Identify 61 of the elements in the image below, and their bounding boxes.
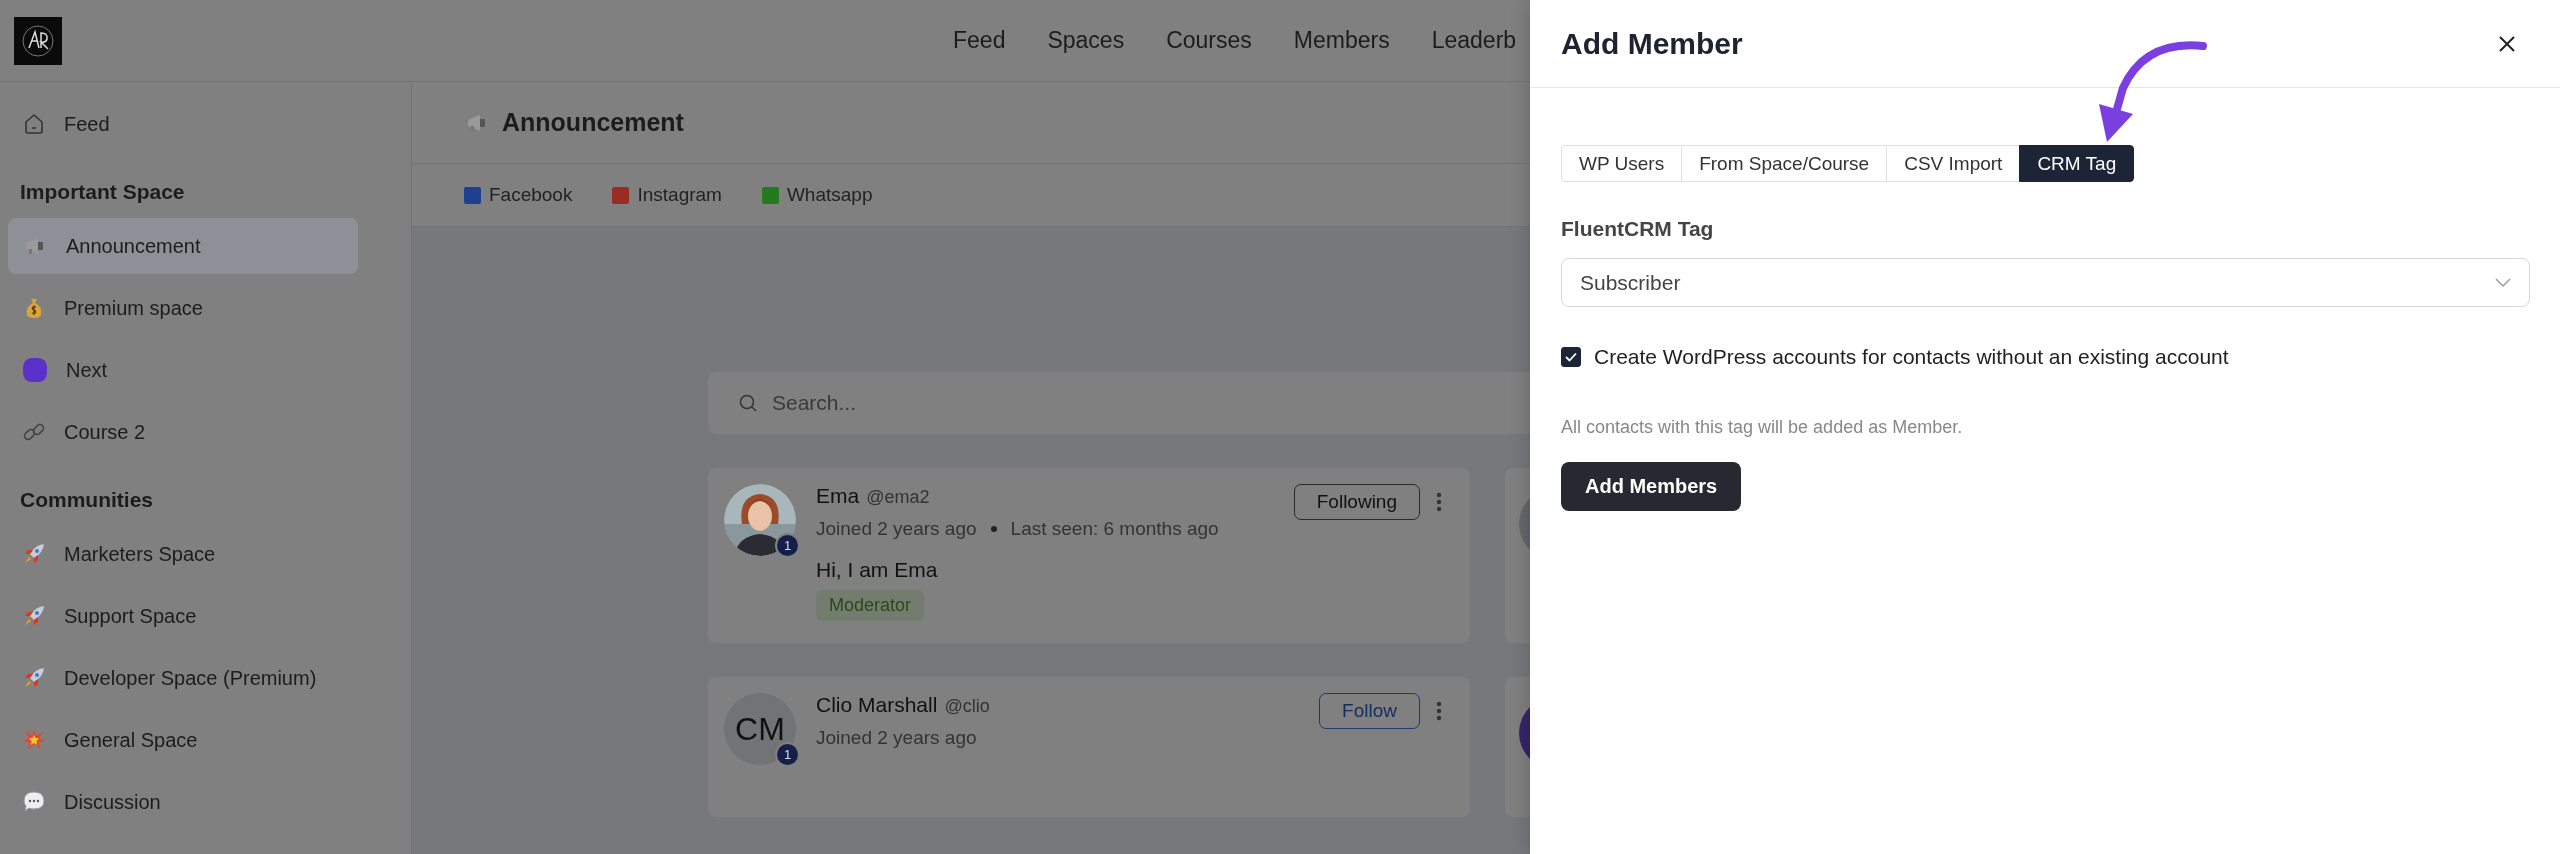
member-name[interactable]: Ema (816, 484, 860, 508)
checkbox-label[interactable]: Create WordPress accounts for contacts without an existing account (1594, 345, 2229, 369)
level-badge: 1 (775, 533, 800, 558)
sidebar-item[interactable]: General Space (8, 712, 358, 768)
nav-link[interactable]: Spaces (1047, 27, 1125, 54)
search-icon (738, 393, 758, 413)
close-icon[interactable] (2497, 33, 2517, 54)
follow-button[interactable]: Follow (1319, 693, 1420, 729)
help-text: All contacts with this tag will be added as Member. (1561, 417, 1964, 438)
nav-link[interactable]: Members (1293, 27, 1390, 54)
sidebar-item[interactable]: Support Space (8, 588, 358, 644)
home-icon (22, 112, 46, 136)
rocket-icon (22, 604, 46, 628)
sidebar-item[interactable]: Feed (8, 96, 358, 152)
tab[interactable]: From Space/Course (1681, 145, 1888, 182)
nav-link[interactable]: Feed (953, 27, 1006, 54)
speech-bubble-icon (22, 790, 46, 814)
nav-link[interactable]: Courses (1166, 27, 1252, 54)
tab[interactable]: CSV Import (1886, 145, 2021, 182)
sidebar-item[interactable]: Announcement (8, 218, 358, 274)
last-seen-text: Last seen: 6 months ago (1010, 518, 1219, 540)
sidebar-item[interactable]: Discussion (8, 774, 358, 830)
sidebar-item[interactable]: Marketers Space (8, 526, 358, 582)
separator-dot-icon (990, 526, 997, 532)
search-field[interactable]: Search... (708, 372, 1530, 434)
sidebar-item[interactable]: Premium space (8, 280, 358, 336)
member-bio: Hi, I am Ema (816, 558, 938, 582)
space-color-icon (22, 357, 48, 383)
space-title: Announcement (502, 108, 684, 137)
member-handle: @ema2 (866, 487, 930, 508)
space-link[interactable]: Whatsapp (786, 184, 873, 206)
member-handle: @clio (944, 696, 990, 717)
nav-link[interactable]: Leaderb (1431, 27, 1517, 54)
drawer-title: Add Member (1561, 26, 1743, 61)
space-link[interactable]: Facebook (489, 184, 573, 206)
sidebar-item[interactable]: Next (8, 342, 358, 398)
checkbox[interactable] (1561, 347, 1581, 367)
logo-icon[interactable] (14, 16, 62, 65)
joined-text: Joined 2 years ago (816, 518, 977, 540)
joined-text: Joined 2 years ago (816, 727, 977, 749)
space-link[interactable]: Instagram (637, 184, 722, 206)
follow-button[interactable]: Following (1293, 484, 1420, 520)
section-heading: Communities (19, 487, 154, 513)
explosion-icon (22, 728, 46, 752)
checkmark-icon (1564, 350, 1578, 364)
tag-select[interactable]: Subscriber (1561, 258, 2530, 307)
member-name[interactable]: Clio Marshall (816, 693, 938, 717)
add-members-button[interactable]: Add Members (1561, 462, 1742, 511)
more-icon[interactable] (1436, 492, 1442, 512)
tab[interactable]: WP Users (1561, 145, 1683, 182)
sidebar-item[interactable]: Developer Space (Premium) (8, 650, 358, 706)
rocket-icon (22, 542, 46, 566)
chevron-down-icon (2495, 277, 2511, 288)
section-heading: Important Space (19, 179, 186, 205)
tab[interactable]: CRM Tag (2019, 145, 2135, 182)
level-badge: 1 (775, 742, 800, 767)
role-tag: Moderator (816, 590, 925, 621)
rocket-icon (22, 666, 46, 690)
more-icon[interactable] (1436, 701, 1442, 721)
field-label: FluentCRM Tag (1561, 217, 1715, 241)
sidebar-item[interactable]: Course 2 (8, 404, 358, 460)
